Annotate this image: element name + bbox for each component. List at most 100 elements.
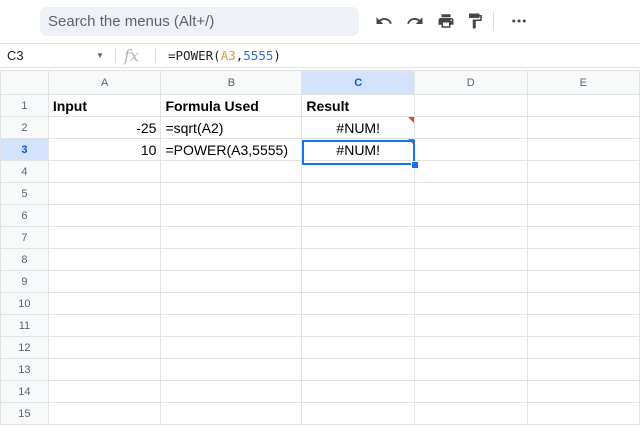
grid-cell[interactable] [301,182,416,205]
grid-cell[interactable] [301,314,416,337]
grid-cell[interactable] [301,358,416,381]
cell-c3[interactable]: #NUM! [301,138,416,161]
paint-format-icon[interactable] [464,10,486,32]
grid-cell[interactable] [47,182,162,205]
grid-cell[interactable] [160,402,303,425]
grid-cell[interactable] [414,226,528,249]
grid-cell[interactable] [47,314,162,337]
print-icon[interactable] [435,10,457,32]
grid-cell[interactable] [160,270,303,293]
row-header-1[interactable]: 1 [0,94,49,117]
grid-cell[interactable] [414,182,528,205]
row-header-12[interactable]: 12 [0,336,49,359]
grid-cell[interactable] [160,182,303,205]
grid-cell[interactable] [414,248,528,271]
grid-cell[interactable] [47,402,162,425]
row-header-9[interactable]: 9 [0,270,49,293]
more-icon[interactable] [508,10,530,32]
grid-cell[interactable] [160,160,303,183]
grid-cell[interactable] [414,358,528,381]
grid-cell[interactable] [301,160,416,183]
grid-cell[interactable] [160,314,303,337]
grid-cell[interactable] [526,358,640,381]
name-box[interactable]: C3 [0,44,110,67]
row-header-6[interactable]: 6 [0,204,49,227]
fill-handle[interactable] [411,161,419,169]
grid-cell[interactable] [301,204,416,227]
grid-cell[interactable] [414,314,528,337]
grid-cell[interactable] [526,226,640,249]
grid-cell[interactable] [526,336,640,359]
row-header-14[interactable]: 14 [0,380,49,403]
grid-cell[interactable] [414,270,528,293]
grid-cell[interactable] [160,226,303,249]
grid-cell[interactable] [526,314,640,337]
grid-cell[interactable] [526,402,640,425]
cell-e1[interactable] [526,94,640,117]
cell-c2[interactable]: #NUM! [301,116,416,139]
grid-cell[interactable] [414,204,528,227]
grid-cell[interactable] [301,336,416,359]
grid-cell[interactable] [414,380,528,403]
column-header-e[interactable]: E [526,70,640,95]
grid-cell[interactable] [301,226,416,249]
grid-cell[interactable] [47,270,162,293]
row-header-10[interactable]: 10 [0,292,49,315]
grid-cell[interactable] [414,292,528,315]
grid-cell[interactable] [47,226,162,249]
grid-cell[interactable] [526,160,640,183]
grid-cell[interactable] [160,248,303,271]
select-all-corner[interactable] [0,70,49,95]
error-indicator-icon[interactable] [408,117,414,123]
error-indicator-icon[interactable] [408,139,414,145]
row-header-5[interactable]: 5 [0,182,49,205]
search-menus-input[interactable]: Search the menus (Alt+/) [40,7,359,36]
cell-b2[interactable]: =sqrt(A2) [160,116,303,139]
grid-cell[interactable] [526,292,640,315]
grid-cell[interactable] [160,358,303,381]
grid-cell[interactable] [301,248,416,271]
column-header-b[interactable]: B [160,70,303,95]
grid-cell[interactable] [47,204,162,227]
row-header-3[interactable]: 3 [0,138,49,161]
row-header-11[interactable]: 11 [0,314,49,337]
grid-cell[interactable] [160,336,303,359]
grid-cell[interactable] [301,292,416,315]
grid-cell[interactable] [47,336,162,359]
row-header-4[interactable]: 4 [0,160,49,183]
row-header-7[interactable]: 7 [0,226,49,249]
cell-d1[interactable] [414,94,528,117]
cell-e2[interactable] [526,116,640,139]
grid-cell[interactable] [160,204,303,227]
grid-cell[interactable] [526,204,640,227]
column-header-d[interactable]: D [414,70,528,95]
formula-input[interactable]: =POWER(A3,5555) [168,44,281,67]
cell-a3[interactable]: 10 [47,138,162,161]
row-header-13[interactable]: 13 [0,358,49,381]
grid-cell[interactable] [301,402,416,425]
grid-cell[interactable] [301,270,416,293]
grid-cell[interactable] [301,380,416,403]
cell-c1[interactable]: Result [301,94,416,117]
grid-cell[interactable] [47,380,162,403]
grid-cell[interactable] [160,380,303,403]
cell-e3[interactable] [526,138,640,161]
grid-cell[interactable] [160,292,303,315]
column-header-a[interactable]: A [47,70,162,95]
grid-cell[interactable] [526,248,640,271]
grid-cell[interactable] [47,160,162,183]
column-header-c[interactable]: C [301,70,416,95]
cell-d3[interactable] [414,138,528,161]
cell-a1[interactable]: Input [47,94,162,117]
grid-cell[interactable] [414,160,528,183]
row-header-15[interactable]: 15 [0,402,49,425]
grid-cell[interactable] [526,182,640,205]
grid-cell[interactable] [47,292,162,315]
grid-cell[interactable] [526,380,640,403]
cell-a2[interactable]: -25 [47,116,162,139]
grid-cell[interactable] [47,358,162,381]
chevron-down-icon[interactable]: ▼ [96,44,106,67]
redo-icon[interactable] [404,10,426,32]
cell-d2[interactable] [414,116,528,139]
grid-cell[interactable] [414,402,528,425]
